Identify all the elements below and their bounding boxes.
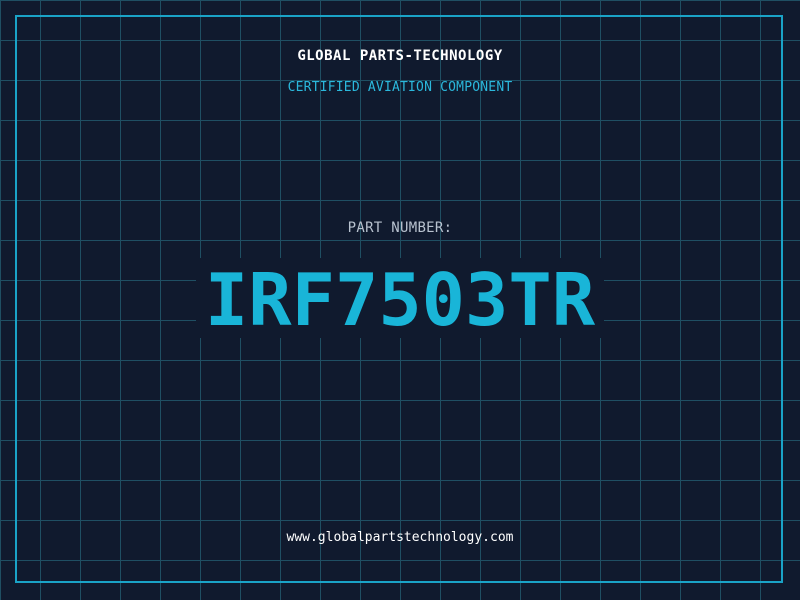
part-number-label: PART NUMBER:	[347, 220, 453, 236]
certification-tagline: CERTIFIED AVIATION COMPONENT	[287, 80, 513, 95]
label-card: GLOBAL PARTS-TECHNOLOGY CERTIFIED AVIATI…	[0, 0, 800, 600]
website-url: www.globalpartstechnology.com	[286, 530, 514, 545]
part-number-value: IRF7503TR	[204, 258, 596, 342]
company-name: GLOBAL PARTS-TECHNOLOGY	[297, 48, 503, 64]
